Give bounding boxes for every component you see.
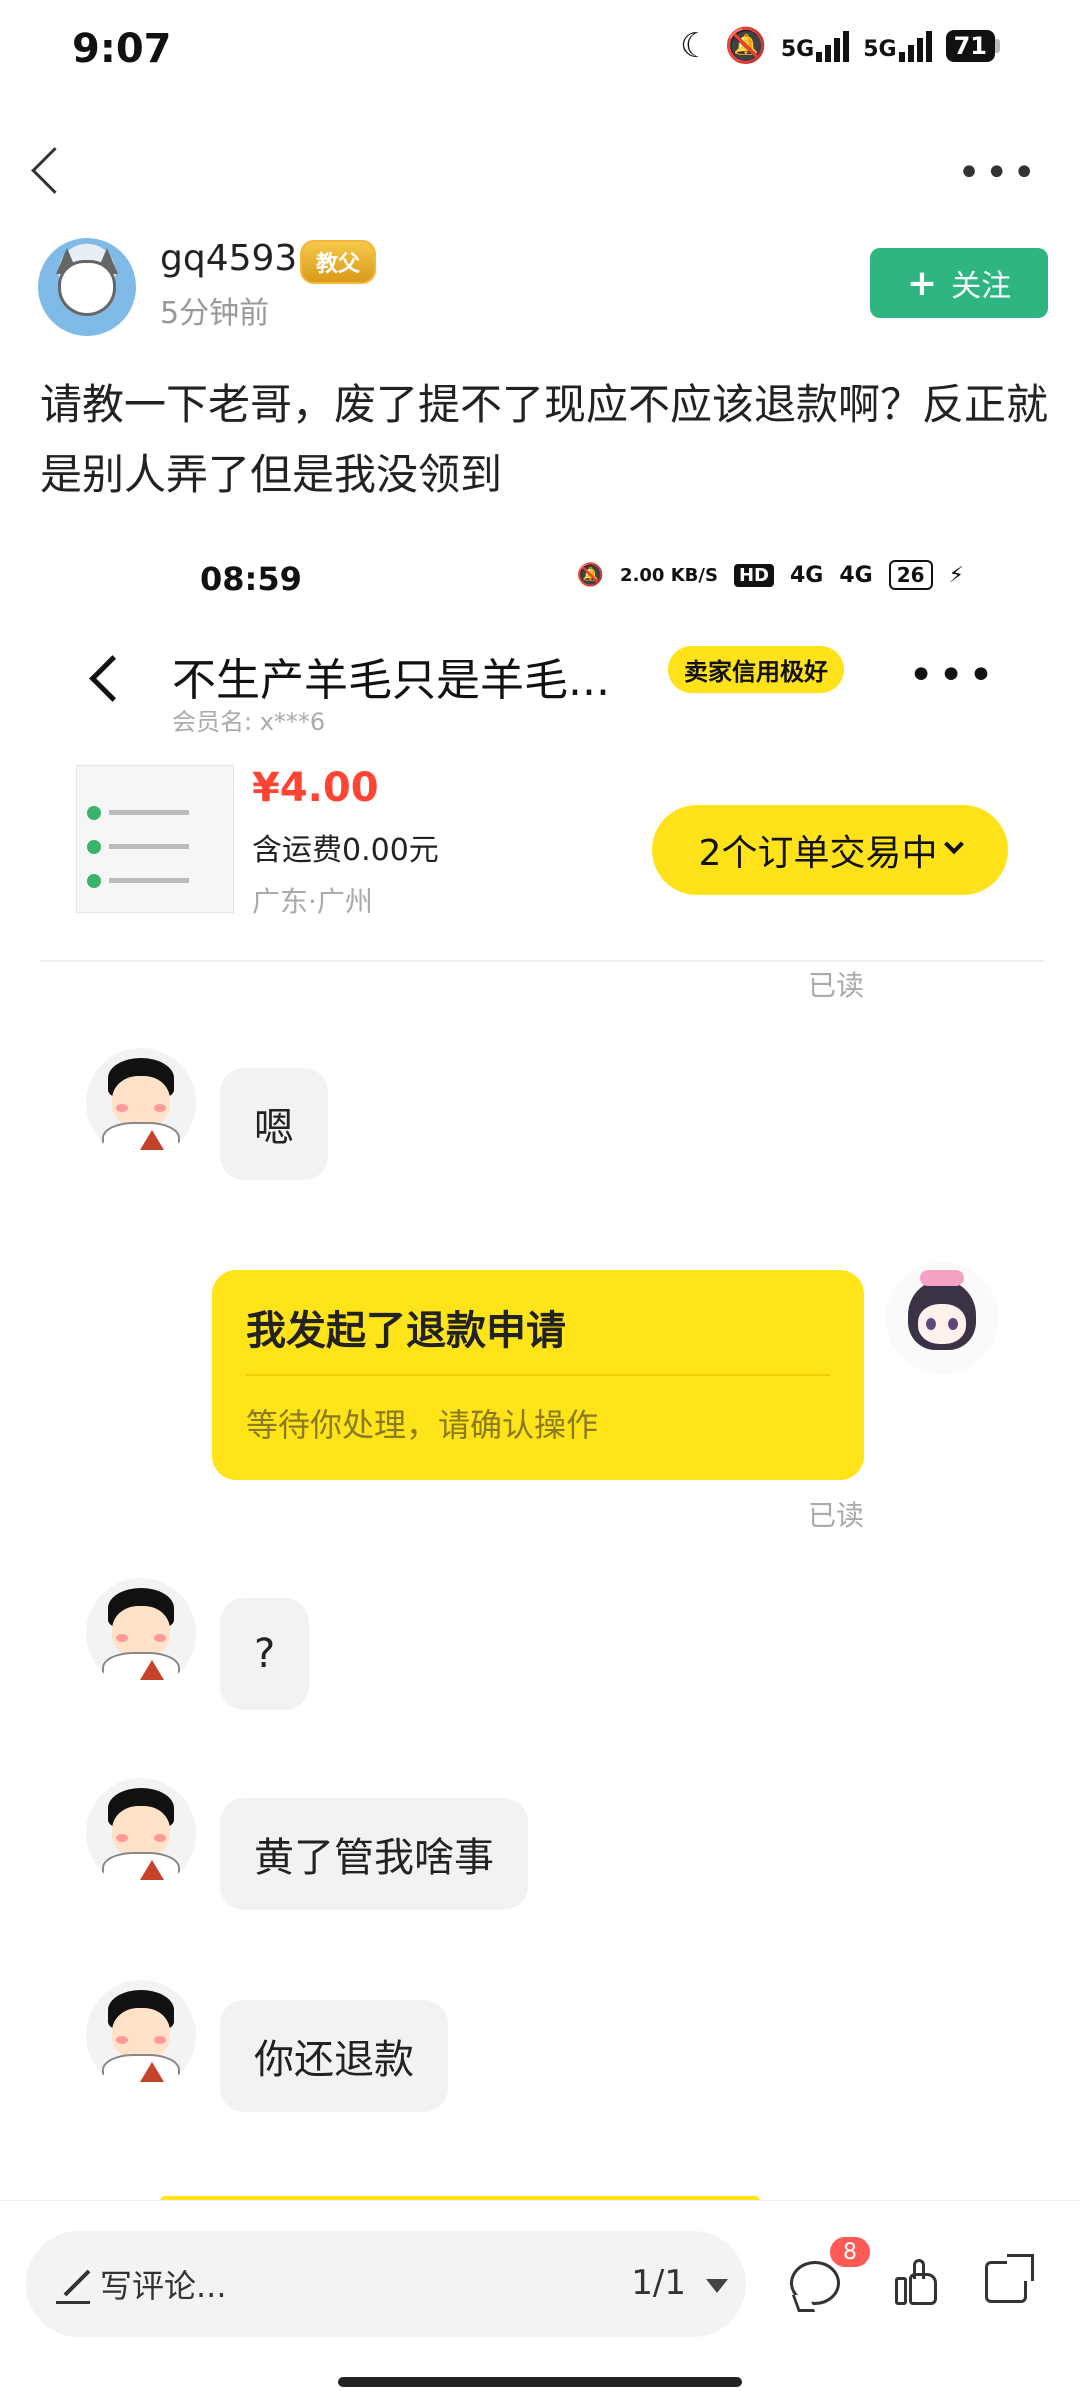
comment-icon[interactable] — [790, 2261, 840, 2305]
user-title-badge: 教父 — [300, 240, 377, 284]
product-thumbnail — [76, 765, 234, 913]
plus-icon: + — [906, 262, 938, 304]
share-icon[interactable] — [985, 2254, 1034, 2303]
other-avatar — [86, 1048, 196, 1158]
image-pager[interactable]: 1/1 — [631, 2263, 686, 2303]
comment-input[interactable]: 写评论... 1/1 — [26, 2231, 746, 2337]
seller-credit-badge: 卖家信用极好 — [668, 646, 844, 693]
order-location: 广东·广州 — [252, 885, 373, 918]
image-status-time: 08:59 — [200, 560, 302, 598]
do-not-disturb-icon: ☾ — [680, 26, 711, 66]
chat-bubble: ? — [220, 1598, 310, 1710]
orders-in-progress-button: 2个订单交易中 — [652, 805, 1008, 895]
hd-icon: HD — [733, 563, 774, 587]
username[interactable]: gq4593 — [160, 238, 297, 279]
member-name: 会员名: x***6 — [172, 708, 326, 736]
post-image[interactable]: 08:59 🔕 2.00 KB/S HD 4G 4G 26 ⚡ 不生产羊毛只是羊… — [40, 520, 1044, 2200]
mute-icon: 🔕 — [724, 26, 767, 66]
other-avatar — [86, 1980, 196, 2090]
chat-back-icon — [86, 656, 126, 696]
battery-icon: 26 — [888, 560, 933, 590]
other-avatar — [86, 1578, 196, 1688]
avatar[interactable] — [38, 238, 136, 336]
network-speed: 2.00 KB/S — [620, 564, 718, 586]
follow-button[interactable]: + 关注 — [870, 248, 1048, 318]
follow-label: 关注 — [951, 269, 1012, 304]
image-status-icons: 🔕 2.00 KB/S HD 4G 4G 26 ⚡ — [577, 560, 964, 590]
comment-count-badge: 8 — [830, 2237, 870, 2267]
top-nav: ••• — [0, 120, 1080, 220]
author-row: gq4593 教父 5分钟前 + 关注 — [38, 238, 1048, 338]
chat-bubble: 黄了管我啥事 — [220, 1798, 528, 1910]
comment-placeholder: 写评论... — [100, 2267, 227, 2305]
chat-bubble: 你还退款 — [220, 2000, 448, 2112]
refund-request-card: 我发起了退款申请 等待你处理，请确认操作 — [212, 1270, 864, 1480]
more-options-icon[interactable]: ••• — [957, 150, 1040, 196]
mute-icon: 🔕 — [576, 562, 605, 588]
chat-more-icon: ••• — [908, 650, 998, 701]
back-arrow-icon[interactable] — [20, 136, 80, 206]
post-time: 5分钟前 — [160, 296, 270, 331]
signal-icon: 4G — [789, 562, 824, 588]
other-avatar — [86, 1778, 196, 1888]
chat-bubble: 嗯 — [220, 1068, 328, 1180]
order-price: ¥4.00 — [252, 765, 379, 811]
chat-header: 不生产羊毛只是羊毛... 卖家信用极好 会员名: x***6 ••• — [40, 630, 1044, 736]
home-indicator[interactable] — [338, 2377, 742, 2387]
my-avatar — [886, 1262, 998, 1374]
read-receipt: 已读 — [808, 1499, 865, 1532]
divider — [40, 960, 1044, 962]
order-card: ¥4.00 含运费0.00元 广东·广州 2个订单交易中 — [40, 765, 1044, 940]
bottom-bar: 写评论... 1/1 8 — [0, 2200, 1080, 2400]
charging-icon: ⚡ — [948, 562, 964, 588]
refund-subtitle: 等待你处理，请确认操作 — [246, 1406, 599, 1444]
caret-down-icon[interactable] — [706, 2279, 728, 2293]
thumbs-up-icon[interactable] — [895, 2259, 939, 2307]
post-text: 请教一下老哥，废了提不了现应不应该退款啊？反正就是别人弄了但是我没领到 — [40, 380, 1049, 499]
signal-icon: 5G — [781, 30, 850, 62]
chat-title: 不生产羊毛只是羊毛... — [172, 655, 610, 706]
status-icons: ☾ 🔕 5G 5G 71 — [680, 26, 1000, 66]
read-receipt: 已读 — [808, 969, 865, 1002]
refund-title: 我发起了退款申请 — [246, 1308, 566, 1354]
signal-icon-2: 5G — [863, 30, 932, 62]
signal-icon-2: 4G — [839, 562, 873, 588]
chevron-down-icon — [944, 834, 965, 855]
image-status-bar: 08:59 🔕 2.00 KB/S HD 4G 4G 26 ⚡ — [40, 560, 1044, 620]
status-time: 9:07 — [72, 26, 172, 72]
order-shipping: 含运费0.00元 — [252, 833, 439, 868]
status-bar: 9:07 ☾ 🔕 5G 5G 71 — [0, 0, 1080, 100]
battery-icon: 71 — [945, 30, 1000, 62]
pencil-icon — [56, 2267, 92, 2304]
